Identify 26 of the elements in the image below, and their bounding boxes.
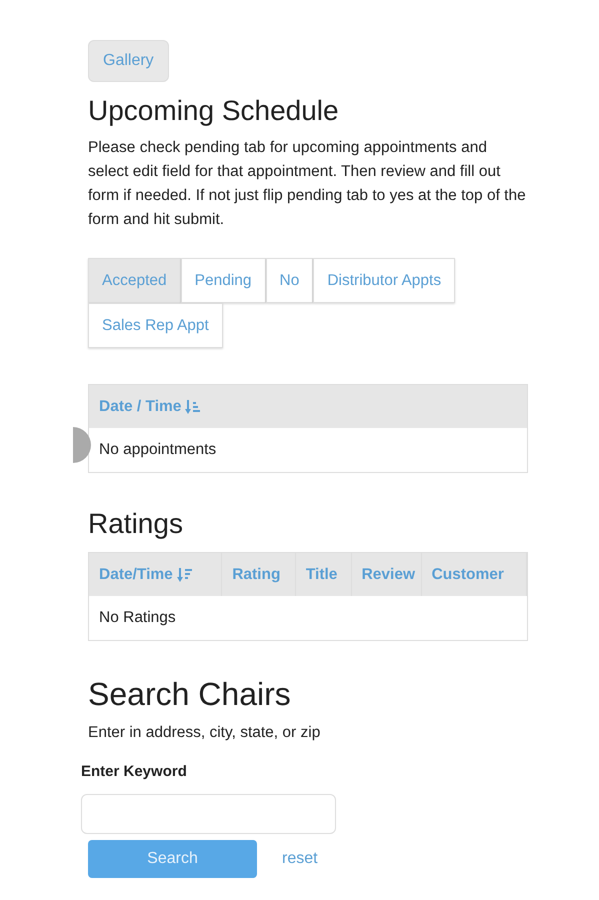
tab[interactable]: Accepted [88,258,181,303]
keyword-input[interactable] [81,794,336,834]
tab[interactable]: Sales Rep Appt [88,302,223,348]
tab[interactable]: Pending [180,258,266,303]
sort-icon [185,398,202,415]
table-cell-text: No appointments [98,440,218,460]
tab[interactable]: No [266,258,314,303]
description-text: Please check pending tab for upcoming appointments and select edit field for that appointment. Then review and fill out form if needed. If not just flip pending tab to yes at the top of the form and hit submit. [88,138,527,230]
field-label: Enter Keyword [81,762,188,782]
search-button[interactable]: Search [88,840,257,878]
column-header[interactable]: Review [352,553,422,596]
section-heading: Search Chairs [88,674,292,714]
table-cell-text: No Ratings [98,608,177,628]
column-header[interactable]: Rating [222,553,296,596]
column-header[interactable]: Date/Time [89,553,222,596]
column-header[interactable]: Customer [422,553,527,596]
section-heading: Ratings [88,506,184,540]
gallery-button[interactable]: Gallery [88,40,169,82]
floating-button[interactable] [73,427,91,464]
column-header[interactable]: Date / Time [89,385,527,428]
column-header[interactable]: Title [296,553,352,596]
tab[interactable]: Distributor Appts [313,258,456,303]
section-heading: Upcoming Schedule [88,94,340,128]
reset-link[interactable]: reset [282,846,318,871]
sort-icon [176,566,193,583]
hint-text: Enter in address, city, state, or zip [88,723,322,744]
